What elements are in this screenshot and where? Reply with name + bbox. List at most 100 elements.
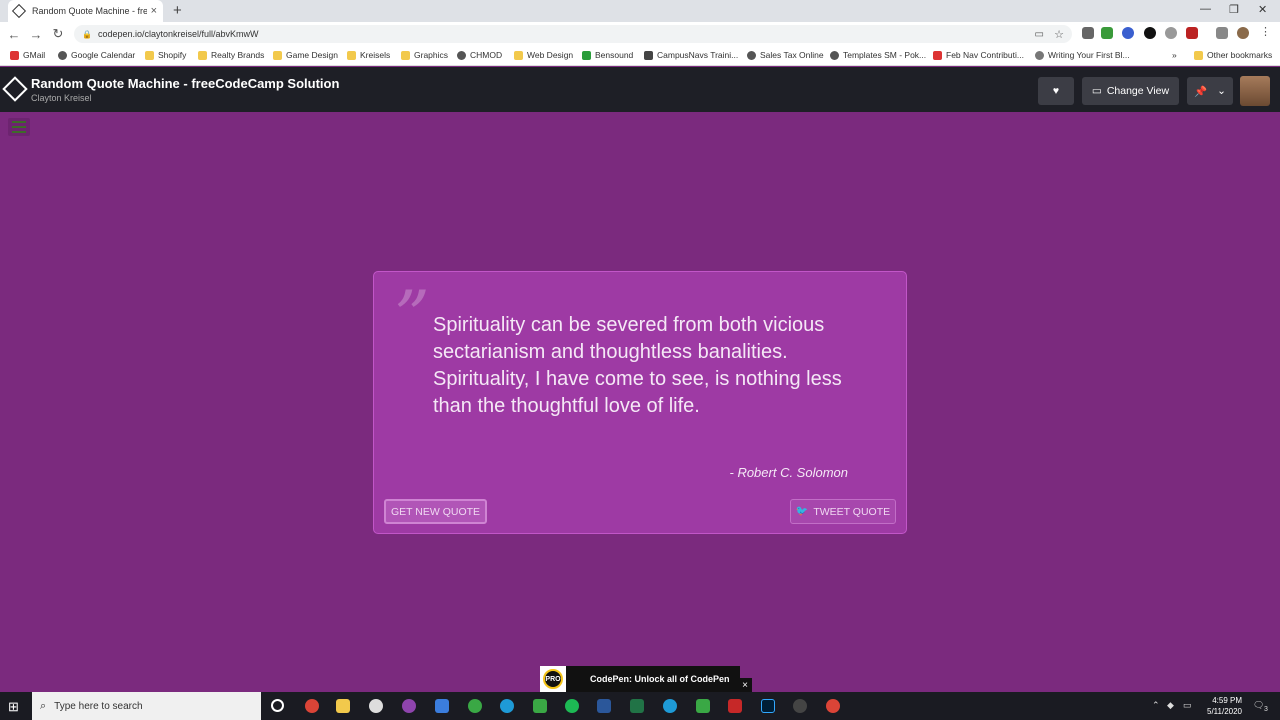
campusnavs-icon bbox=[644, 50, 653, 60]
cast-icon[interactable] bbox=[1216, 27, 1228, 39]
back-icon[interactable]: ← bbox=[3, 27, 25, 42]
codepen-favicon-icon bbox=[11, 3, 27, 19]
app-icon[interactable] bbox=[402, 699, 416, 713]
dropbox-icon[interactable]: ◆ bbox=[1167, 700, 1174, 711]
bookmark-item[interactable]: Google Calendar bbox=[58, 50, 135, 60]
gmail-icon bbox=[10, 50, 19, 60]
bookmark-item[interactable]: Sales Tax Online bbox=[747, 50, 824, 60]
forward-icon[interactable]: → bbox=[25, 27, 47, 42]
clock-time: 4:59 PM bbox=[1212, 696, 1242, 705]
app-icon[interactable] bbox=[468, 699, 482, 713]
folder-icon bbox=[347, 50, 356, 60]
folder-icon bbox=[273, 50, 282, 60]
bookmark-item[interactable]: Writing Your First Bl... bbox=[1035, 50, 1130, 60]
browser-tab[interactable]: Random Quote Machine - freeCodeCamp × bbox=[8, 0, 163, 22]
bookmarks-bar: GMail Google Calendar Shopify Realty Bra… bbox=[0, 46, 1280, 66]
twitter-icon: 🐦 bbox=[795, 506, 809, 517]
close-window-icon[interactable]: ✕ bbox=[1258, 3, 1267, 16]
bookmark-item[interactable]: GMail bbox=[10, 50, 45, 60]
extension-icon[interactable] bbox=[1122, 27, 1134, 39]
bookmark-item[interactable]: Templates SM - Pok... bbox=[830, 50, 926, 60]
excel-icon[interactable] bbox=[630, 699, 644, 713]
new-quote-button[interactable]: GET NEW QUOTE bbox=[384, 499, 487, 524]
promo-close-icon[interactable]: × bbox=[738, 678, 752, 692]
extension-icon[interactable] bbox=[1101, 27, 1113, 39]
user-avatar[interactable] bbox=[1240, 76, 1270, 106]
app-icon[interactable] bbox=[435, 699, 449, 713]
app-icon[interactable] bbox=[500, 699, 514, 713]
clock-date: 5/11/2020 bbox=[1207, 707, 1242, 716]
filezilla-icon[interactable] bbox=[728, 699, 742, 713]
gmail-icon bbox=[933, 50, 942, 60]
keyboard-icon[interactable]: ▭ bbox=[1183, 700, 1192, 711]
minimize-icon[interactable]: — bbox=[1200, 3, 1211, 15]
app-icon[interactable] bbox=[369, 699, 383, 713]
tab-title: Random Quote Machine - freeCodeCamp bbox=[32, 6, 147, 16]
promo-text: CodePen: Unlock all of CodePen bbox=[590, 674, 730, 684]
app-icon[interactable] bbox=[663, 699, 677, 713]
extension-icon[interactable] bbox=[1082, 27, 1094, 39]
notification-icon[interactable]: 🗨 bbox=[1253, 700, 1264, 711]
more-bookmarks-icon[interactable]: » bbox=[1172, 50, 1177, 60]
bookmark-star-icon[interactable]: ☆ bbox=[1054, 28, 1064, 41]
url-text: codepen.io/claytonkreisel/full/abvKmwW bbox=[97, 29, 259, 39]
tab-close-icon[interactable]: × bbox=[151, 5, 157, 17]
codepen-pro-promo[interactable]: PRO CodePen: Unlock all of CodePen bbox=[540, 666, 740, 692]
globe-icon bbox=[58, 50, 67, 60]
bookmark-item[interactable]: Graphics bbox=[401, 50, 448, 60]
profile-avatar[interactable] bbox=[1237, 27, 1249, 39]
reload-icon[interactable]: ↻ bbox=[47, 26, 69, 42]
bookmark-item[interactable]: Shopify bbox=[145, 50, 186, 60]
other-bookmarks[interactable]: Other bookmarks bbox=[1194, 50, 1272, 60]
pin-button[interactable]: 📌 ⌄ bbox=[1187, 77, 1233, 105]
pin-icon: 📌 bbox=[1194, 85, 1208, 98]
extension-icon[interactable] bbox=[1144, 27, 1156, 39]
quote-mark-icon: ” bbox=[394, 276, 430, 358]
hamburger-menu-icon[interactable] bbox=[8, 118, 30, 136]
codepen-logo-icon[interactable] bbox=[2, 76, 28, 102]
bookmark-item[interactable]: Game Design bbox=[273, 50, 338, 60]
quote-box: ” Spirituality can be severed from both … bbox=[373, 271, 907, 534]
bookmark-item[interactable]: Web Design bbox=[514, 50, 573, 60]
app-icon[interactable] bbox=[696, 699, 710, 713]
pen-author[interactable]: Clayton Kreisel bbox=[31, 93, 92, 103]
bookmark-item[interactable]: CampusNavs Traini... bbox=[644, 50, 738, 60]
notification-count: 3 bbox=[1264, 706, 1268, 713]
menu-kebab-icon[interactable]: ⋮ bbox=[1260, 25, 1272, 38]
cortana-icon[interactable] bbox=[271, 699, 284, 712]
pen-title: Random Quote Machine - freeCodeCamp Solu… bbox=[31, 76, 340, 91]
windows-start-icon[interactable]: ⊞ bbox=[8, 699, 19, 715]
address-bar[interactable]: 🔒 codepen.io/claytonkreisel/full/abvKmwW… bbox=[74, 25, 1072, 43]
bookmark-item[interactable]: Feb Nav Contributi... bbox=[933, 50, 1024, 60]
bookmark-item[interactable]: Bensound bbox=[582, 50, 633, 60]
tweet-quote-button[interactable]: 🐦 TWEET QUOTE bbox=[790, 499, 896, 524]
tray-chevron-icon[interactable]: ⌃ bbox=[1152, 700, 1160, 711]
install-icon[interactable]: ▭ bbox=[1035, 29, 1044, 40]
heart-icon: ♥ bbox=[1052, 85, 1060, 97]
chrome-icon[interactable] bbox=[305, 699, 319, 713]
taskbar-clock[interactable]: 4:59 PM 5/11/2020 bbox=[1200, 695, 1242, 717]
new-tab-button[interactable]: + bbox=[173, 2, 182, 19]
quote-text: Spirituality can be severed from both vi… bbox=[433, 314, 842, 417]
wordpress-icon bbox=[1035, 50, 1044, 60]
app-icon[interactable] bbox=[533, 699, 547, 713]
app-icon[interactable] bbox=[793, 699, 807, 713]
search-placeholder: Type here to search bbox=[54, 700, 143, 712]
word-icon[interactable] bbox=[597, 699, 611, 713]
bensound-icon bbox=[582, 50, 591, 60]
bookmark-item[interactable]: CHMOD bbox=[457, 50, 502, 60]
change-view-button[interactable]: ▭ Change View bbox=[1082, 77, 1179, 105]
photoshop-icon[interactable] bbox=[761, 699, 775, 713]
chrome-icon[interactable] bbox=[826, 699, 840, 713]
file-explorer-icon[interactable] bbox=[336, 699, 350, 713]
bookmark-item[interactable]: Realty Brands bbox=[198, 50, 264, 60]
restore-icon[interactable]: ❐ bbox=[1229, 3, 1239, 16]
extension-icon[interactable] bbox=[1165, 27, 1177, 39]
taskbar-search[interactable]: ⌕ Type here to search bbox=[32, 692, 261, 720]
heart-button[interactable]: ♥ bbox=[1038, 77, 1074, 105]
acrobat-icon[interactable] bbox=[1186, 27, 1198, 39]
bookmark-item[interactable]: Kreisels bbox=[347, 50, 390, 60]
folder-icon bbox=[514, 50, 523, 60]
spotify-icon[interactable] bbox=[565, 699, 579, 713]
globe-icon bbox=[830, 50, 839, 60]
